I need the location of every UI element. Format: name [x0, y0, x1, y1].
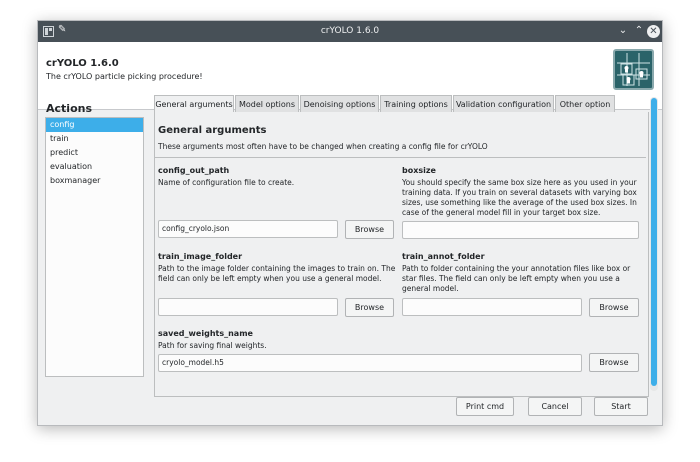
maximize-icon[interactable]: ⌃ [632, 24, 646, 38]
action-item-train[interactable]: train [46, 132, 143, 146]
app-name: crYOLO 1.6.0 [46, 58, 119, 69]
boxsize-input[interactable] [402, 221, 639, 239]
action-item-predict[interactable]: predict [46, 146, 143, 160]
train-image-folder-help: Path to the image folder containing the … [158, 264, 398, 284]
section-divider [154, 157, 646, 158]
boxsize-help: You should specify the same box size her… [402, 178, 642, 218]
saved-weights-name-input[interactable]: cryolo_model.h5 [158, 354, 582, 372]
tab-training-options[interactable]: Training options [380, 95, 452, 113]
section-title: General arguments [158, 125, 267, 136]
config-out-path-help: Name of configuration file to create. [158, 178, 295, 187]
actions-list[interactable]: config train predict evaluation boxmanag… [45, 117, 144, 377]
start-button[interactable]: Start [594, 397, 648, 416]
boxsize-help-line: case of the general model fill in your t… [402, 208, 601, 217]
train-image-folder-browse-button[interactable]: Browse [345, 298, 394, 317]
saved-weights-name-label: saved_weights_name [158, 329, 253, 338]
tab-denoising-options[interactable]: Denoising options [300, 95, 379, 113]
panel-scrollbar[interactable] [650, 97, 658, 391]
print-cmd-button[interactable]: Print cmd [456, 397, 514, 416]
action-item-evaluation[interactable]: evaluation [46, 160, 143, 174]
saved-weights-name-browse-button[interactable]: Browse [589, 353, 639, 372]
minimize-icon[interactable]: ⌄ [616, 24, 630, 38]
boxsize-help-line: training data. If you train on several d… [402, 188, 637, 197]
boxsize-label: boxsize [402, 166, 436, 175]
config-out-path-input[interactable]: config_cryolo.json [158, 220, 338, 238]
config-out-path-label: config_out_path [158, 166, 230, 175]
title-bar[interactable]: ✎ crYOLO 1.6.0 ⌄ ⌃ ✕ [38, 21, 662, 42]
tab-other-option[interactable]: Other option [555, 95, 615, 113]
train-image-folder-help-line: field can only be left empty when you us… [158, 274, 382, 283]
boxsize-help-line: You should specify the same box size her… [402, 178, 637, 187]
train-image-folder-input[interactable] [158, 298, 338, 316]
cancel-button[interactable]: Cancel [528, 397, 582, 416]
train-annot-folder-help-line: Path to folder containing the your annot… [402, 264, 631, 273]
cryolo-logo-graphic [617, 53, 650, 86]
train-annot-folder-input[interactable] [402, 298, 582, 316]
app-description: The crYOLO particle picking procedure! [46, 72, 203, 81]
config-out-path-browse-button[interactable]: Browse [345, 220, 394, 239]
train-image-folder-help-line: Path to the image folder containing the … [158, 264, 396, 273]
tab-validation-configuration[interactable]: Validation configuration [453, 95, 554, 113]
cryolo-logo-icon [613, 49, 654, 90]
train-annot-folder-help-line: general model. [402, 284, 459, 293]
saved-weights-name-help: Path for saving final weights. [158, 341, 267, 350]
boxsize-help-line: sizes, use something like the average of… [402, 198, 637, 207]
action-item-boxmanager[interactable]: boxmanager [46, 174, 143, 188]
train-annot-folder-label: train_annot_folder [402, 252, 485, 261]
window-title: crYOLO 1.6.0 [320, 26, 380, 36]
cryolo-window: ✎ crYOLO 1.6.0 ⌄ ⌃ ✕ crYOLO 1.6.0 The cr… [37, 20, 663, 426]
tab-model-options[interactable]: Model options [235, 95, 299, 113]
section-description: These arguments most often have to be ch… [158, 142, 488, 151]
train-annot-folder-help: Path to folder containing the your annot… [402, 264, 642, 294]
action-item-config[interactable]: config [46, 118, 143, 132]
close-icon[interactable]: ✕ [647, 25, 660, 38]
train-image-folder-label: train_image_folder [158, 252, 243, 261]
train-annot-folder-browse-button[interactable]: Browse [589, 298, 639, 317]
actions-title: Actions [46, 102, 92, 115]
scrollbar-thumb[interactable] [651, 98, 657, 386]
train-annot-folder-help-line: star files. The field can only be left e… [402, 274, 620, 283]
